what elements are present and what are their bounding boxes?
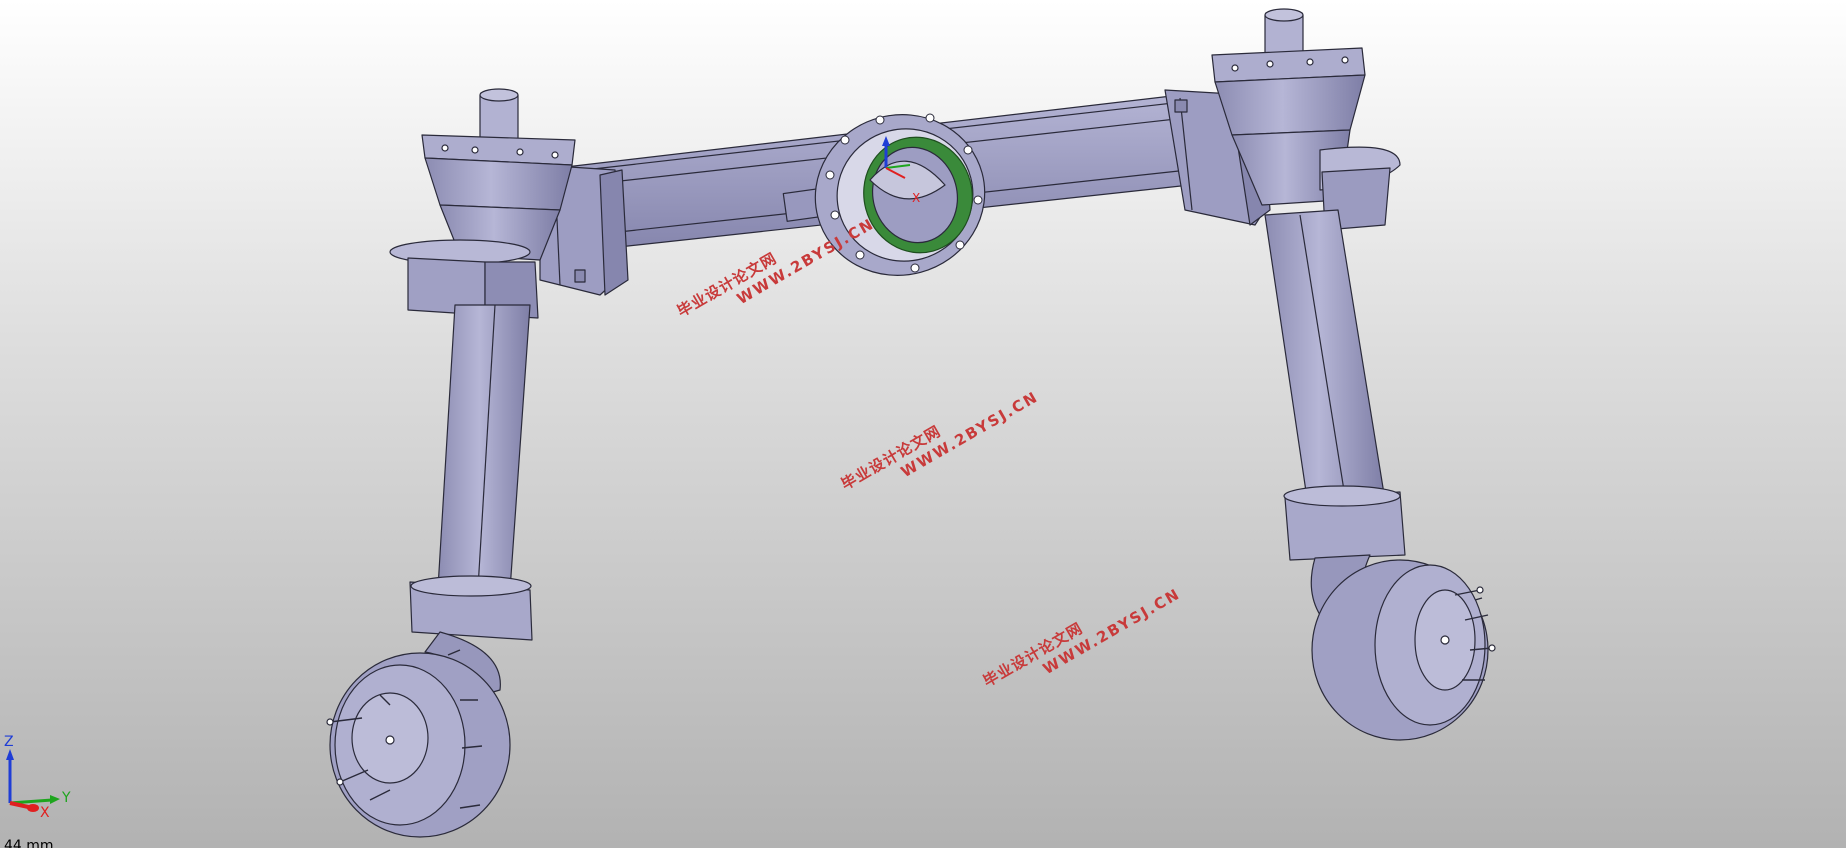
- 3d-viewport[interactable]: X Z Y X 毕业设计论文网 WWW.2BYSJ.CN 毕业设计论文网 WWW…: [0, 0, 1846, 848]
- axis-y-label: Y: [61, 790, 71, 806]
- right-wheel-hub: [1311, 559, 1496, 741]
- left-wheel-hub: [326, 649, 511, 838]
- axis-z-label: Z: [4, 734, 14, 750]
- scale-indicator: 44 mm: [4, 838, 54, 848]
- left-vertical-tube: [409, 304, 533, 701]
- local-x-label: X: [912, 191, 920, 205]
- left-kingpin-upper: [389, 88, 576, 319]
- axle-assembly-model[interactable]: X Z Y X: [0, 0, 1846, 848]
- axis-x-label: X: [40, 805, 50, 821]
- axis-triad: Z Y X: [4, 734, 71, 821]
